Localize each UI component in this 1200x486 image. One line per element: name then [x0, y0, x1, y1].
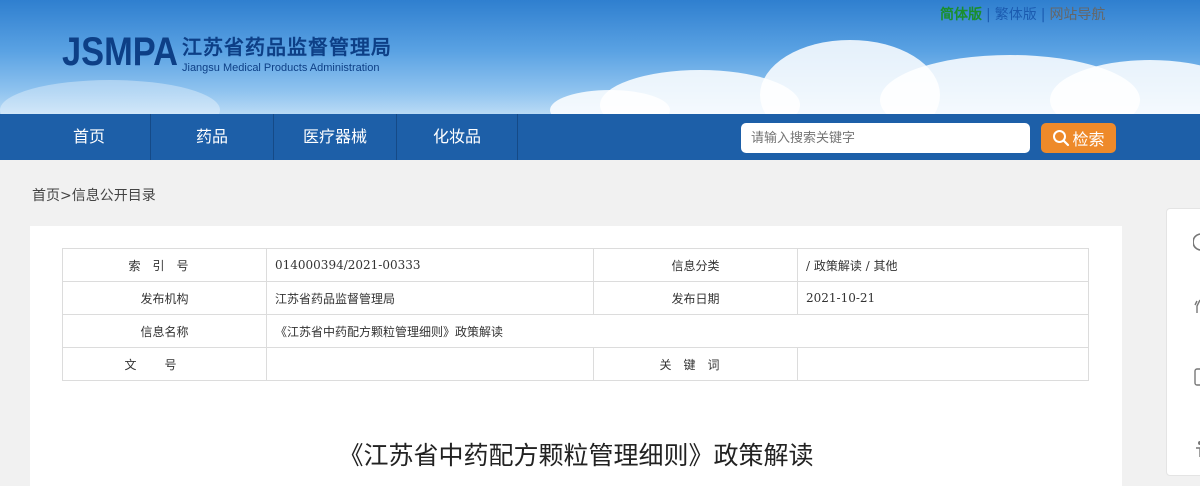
- logo-cn: 江苏省药品监督管理局: [182, 35, 392, 59]
- publisher-value: 江苏省药品监督管理局: [266, 281, 594, 315]
- traditional-link[interactable]: 繁体版: [995, 7, 1037, 23]
- nav-item-home[interactable]: 首页: [28, 114, 150, 160]
- nav-item-drugs[interactable]: 药品: [151, 114, 273, 160]
- site-nav-link[interactable]: 网站导航: [1049, 7, 1105, 23]
- docno-label: 文号: [62, 347, 267, 381]
- keyword-label: 关键词: [593, 347, 798, 381]
- docno-value: [266, 347, 594, 381]
- nav-item-cosmetics[interactable]: 化妆品: [397, 114, 517, 160]
- index-label: 索引号: [62, 248, 267, 282]
- keyword-value: [797, 347, 1089, 381]
- logo-en: Jiangsu Medical Products Administration: [182, 62, 380, 74]
- logo-text: 江苏省药品监督管理局 Jiangsu Medical Products Admi…: [182, 31, 392, 74]
- search-button-label: 检索: [1072, 130, 1105, 149]
- nav-item-devices[interactable]: 医疗器械: [274, 114, 396, 160]
- mobile-icon[interactable]: [1193, 367, 1200, 387]
- table-row: 发布机构 江苏省药品监督管理局 发布日期 2021-10-21: [62, 281, 1089, 315]
- search-button[interactable]: 检索: [1041, 123, 1116, 153]
- date-value: 2021-10-21: [797, 281, 1089, 315]
- table-row: 文号 关键词: [62, 347, 1089, 381]
- category-value: / 政策解读 / 其他: [797, 248, 1089, 282]
- logo-abbr: JSMPA: [62, 30, 178, 74]
- side-toolbar: [1166, 208, 1200, 476]
- simplified-link[interactable]: 简体版: [940, 7, 982, 23]
- article-title: 《江苏省中药配方颗粒管理细则》政策解读: [338, 441, 814, 470]
- publisher-label: 发布机构: [62, 281, 267, 315]
- nav-divider: [517, 114, 518, 160]
- header-banner: JSMPA 江苏省药品监督管理局 Jiangsu Medical Product…: [0, 0, 1200, 114]
- chat-icon[interactable]: [1193, 233, 1200, 253]
- table-row: 信息名称 《江苏省中药配方颗粒管理细则》政策解读: [62, 314, 1089, 348]
- separator: |: [1040, 7, 1046, 23]
- search-icon: [1053, 130, 1070, 147]
- table-row: 索引号 014000394/2021-00333 信息分类 / 政策解读 / 其…: [62, 248, 1089, 282]
- accessibility-icon[interactable]: [1193, 439, 1200, 459]
- info-table: 索引号 014000394/2021-00333 信息分类 / 政策解读 / 其…: [62, 248, 1089, 381]
- site-logo[interactable]: JSMPA 江苏省药品监督管理局 Jiangsu Medical Product…: [62, 30, 392, 75]
- top-links: 简体版 | 繁体版 | 网站导航: [940, 4, 1105, 24]
- separator: |: [986, 7, 991, 23]
- breadcrumb[interactable]: 首页>信息公开目录: [32, 185, 156, 205]
- wechat-icon[interactable]: [1193, 297, 1200, 317]
- name-label: 信息名称: [62, 314, 267, 348]
- index-value: 014000394/2021-00333: [266, 248, 594, 282]
- search-input[interactable]: [741, 123, 1030, 153]
- date-label: 发布日期: [593, 281, 798, 315]
- name-value: 《江苏省中药配方颗粒管理细则》政策解读: [266, 314, 1089, 348]
- category-label: 信息分类: [593, 248, 798, 282]
